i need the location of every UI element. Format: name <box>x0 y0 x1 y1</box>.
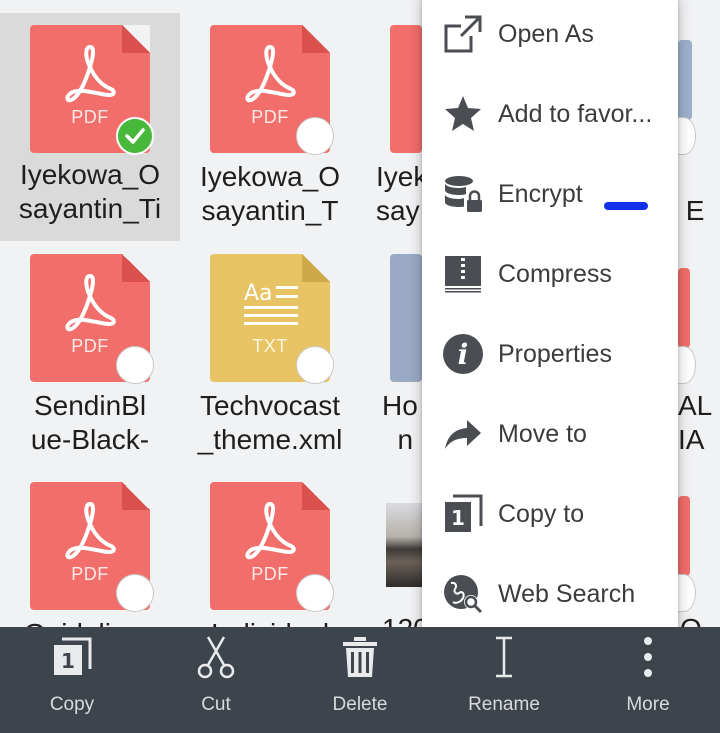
select-circle-icon[interactable] <box>296 574 334 612</box>
acrobat-logo-icon <box>65 44 116 103</box>
file-tile[interactable]: PDF Guidelines <box>0 457 180 627</box>
file-name: O <box>680 612 702 627</box>
action-label: Rename <box>468 694 540 715</box>
svg-text:i: i <box>458 338 469 371</box>
scissors-icon <box>197 636 235 679</box>
selected-check-icon[interactable] <box>116 117 154 155</box>
pdf-file-icon <box>390 25 422 153</box>
menu-label: Properties <box>498 339 612 368</box>
pdf-file-icon <box>678 496 690 576</box>
file-name: Ho n <box>382 390 418 455</box>
svg-text:Aa: Aa <box>244 281 273 306</box>
image-thumbnail <box>390 254 422 382</box>
select-circle-icon[interactable] <box>116 346 154 384</box>
menu-item-open-as[interactable]: Open As <box>422 0 678 74</box>
file-tile[interactable]: Aa TXT Techvocast _theme.xml <box>180 229 360 457</box>
menu-label: Copy to <box>498 499 585 528</box>
menu-label: Open As <box>498 19 594 48</box>
file-tile[interactable]: PDF SendinBl ue-Black- <box>0 229 180 457</box>
menu-item-properties[interactable]: i Properties <box>422 314 678 394</box>
acrobat-logo-icon <box>245 501 296 560</box>
info-icon: i <box>442 333 484 375</box>
rename-button[interactable]: Rename <box>432 627 576 733</box>
more-vertical-icon <box>644 637 652 677</box>
menu-label: Compress <box>498 259 612 288</box>
file-name: E <box>685 195 705 226</box>
menu-item-web-search[interactable]: Web Search <box>422 554 678 634</box>
context-menu: Open As Add to favor... Encrypt Compress… <box>422 0 678 634</box>
menu-item-move-to[interactable]: Move to <box>422 394 678 474</box>
svg-text:1: 1 <box>61 649 75 673</box>
action-label: Cut <box>201 694 231 715</box>
file-tile[interactable]: PDF Iyekowa_O sayantin_Ti <box>0 13 180 241</box>
menu-label: Add to favor... <box>498 99 653 128</box>
copy-button[interactable]: 1 Copy <box>0 627 144 733</box>
cut-button[interactable]: Cut <box>144 627 288 733</box>
share-arrow-icon <box>442 413 484 455</box>
zip-archive-icon <box>442 253 484 295</box>
file-tile[interactable]: PDF Iyekowa_O sayantin_T <box>180 0 360 228</box>
menu-item-add-to-favorites[interactable]: Add to favor... <box>422 74 678 154</box>
menu-label: Move to <box>498 419 587 448</box>
text-lines-icon: Aa <box>244 281 298 325</box>
menu-item-encrypt[interactable]: Encrypt <box>422 154 678 234</box>
image-thumbnail <box>386 503 426 587</box>
menu-item-compress[interactable]: Compress <box>422 234 678 314</box>
star-icon <box>442 93 484 135</box>
file-name: SendinBl ue-Black- <box>30 390 150 455</box>
copy-number-icon: 1 <box>442 493 484 535</box>
acrobat-logo-icon <box>65 273 116 332</box>
trash-icon <box>343 637 377 677</box>
delete-button[interactable]: Delete <box>288 627 432 733</box>
select-circle-icon[interactable] <box>296 117 334 155</box>
globe-search-icon <box>442 573 484 615</box>
encrypt-database-lock-icon <box>442 173 484 215</box>
file-name: Techvocast _theme.xml <box>197 390 343 455</box>
acrobat-logo-icon <box>65 501 116 560</box>
text-cursor-icon <box>496 636 512 678</box>
file-tile[interactable]: PDF Individual <box>180 457 360 627</box>
file-name: AL IA <box>678 390 713 455</box>
select-circle-icon[interactable] <box>296 346 334 384</box>
action-label: Delete <box>332 694 388 715</box>
copy-icon: 1 <box>54 637 92 675</box>
more-button[interactable]: More <box>576 627 720 733</box>
pdf-file-icon <box>678 268 690 348</box>
acrobat-logo-icon <box>245 44 296 103</box>
file-name: Iyekowa_O sayantin_T <box>199 161 341 226</box>
file-name: Iyek say <box>376 161 428 226</box>
file-name: Individual <box>180 617 360 627</box>
file-name: Guidelines <box>0 617 180 627</box>
select-circle-icon[interactable] <box>116 574 154 612</box>
action-label: Copy <box>49 694 95 715</box>
menu-item-copy-to[interactable]: 1 Copy to <box>422 474 678 554</box>
menu-label: Encrypt <box>498 179 583 208</box>
svg-text:1: 1 <box>451 506 465 530</box>
open-external-icon <box>442 13 484 55</box>
file-name: Iyekowa_O sayantin_Ti <box>18 159 162 224</box>
annotation-scribble <box>604 202 648 210</box>
menu-label: Web Search <box>498 579 636 608</box>
action-bar: 1 Copy Cut Delete Rename More <box>0 627 720 733</box>
image-thumbnail <box>678 40 692 120</box>
action-label: More <box>626 694 670 715</box>
